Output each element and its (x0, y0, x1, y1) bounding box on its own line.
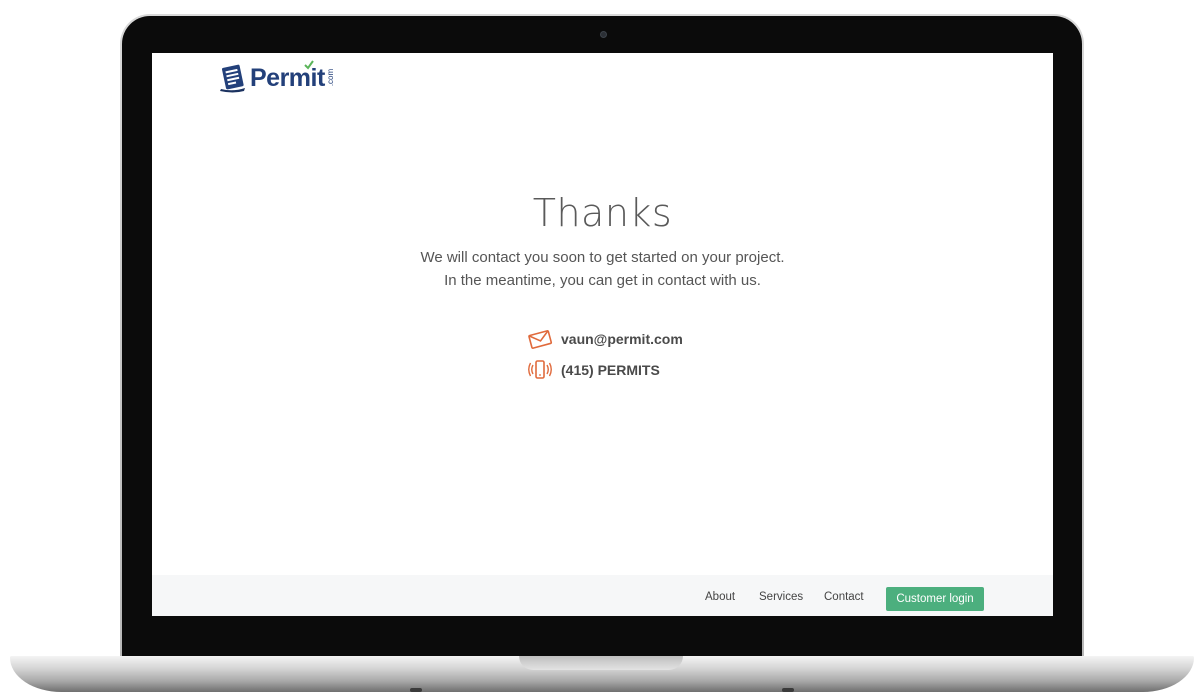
screen: Permit .com Thanks We will contact you s… (152, 53, 1053, 616)
permit-logo[interactable]: Permit .com (218, 60, 339, 95)
contact-phone-value: (415) PERMITS (561, 362, 660, 378)
thanks-message: We will contact you soon to get started … (152, 246, 1053, 292)
envelope-icon (528, 330, 553, 349)
laptop-foot (782, 688, 794, 692)
camera-icon (600, 31, 607, 38)
laptop-base (10, 656, 1194, 692)
contact-email[interactable]: vaun@permit.com (527, 327, 683, 351)
contact-email-value: vaun@permit.com (561, 331, 683, 347)
logo-suffix: .com (325, 68, 335, 86)
nav-services-link[interactable]: Services (759, 591, 803, 603)
footer: About Services Contact Customer login (152, 575, 1053, 616)
laptop-foot (410, 688, 422, 692)
customer-login-button[interactable]: Customer login (886, 587, 984, 611)
contact-phone[interactable]: (415) PERMITS (527, 358, 660, 382)
checkmark-icon (304, 60, 314, 70)
document-icon (220, 64, 245, 93)
page-title: Thanks (532, 191, 673, 235)
thanks-line-2: In the meantime, you can get in contact … (444, 272, 761, 289)
vibrating-phone-icon (528, 360, 552, 379)
nav-about-link[interactable]: About (705, 591, 735, 603)
nav-contact-link[interactable]: Contact (824, 591, 864, 603)
laptop-notch (519, 656, 683, 670)
thanks-line-1: We will contact you soon to get started … (420, 249, 785, 266)
